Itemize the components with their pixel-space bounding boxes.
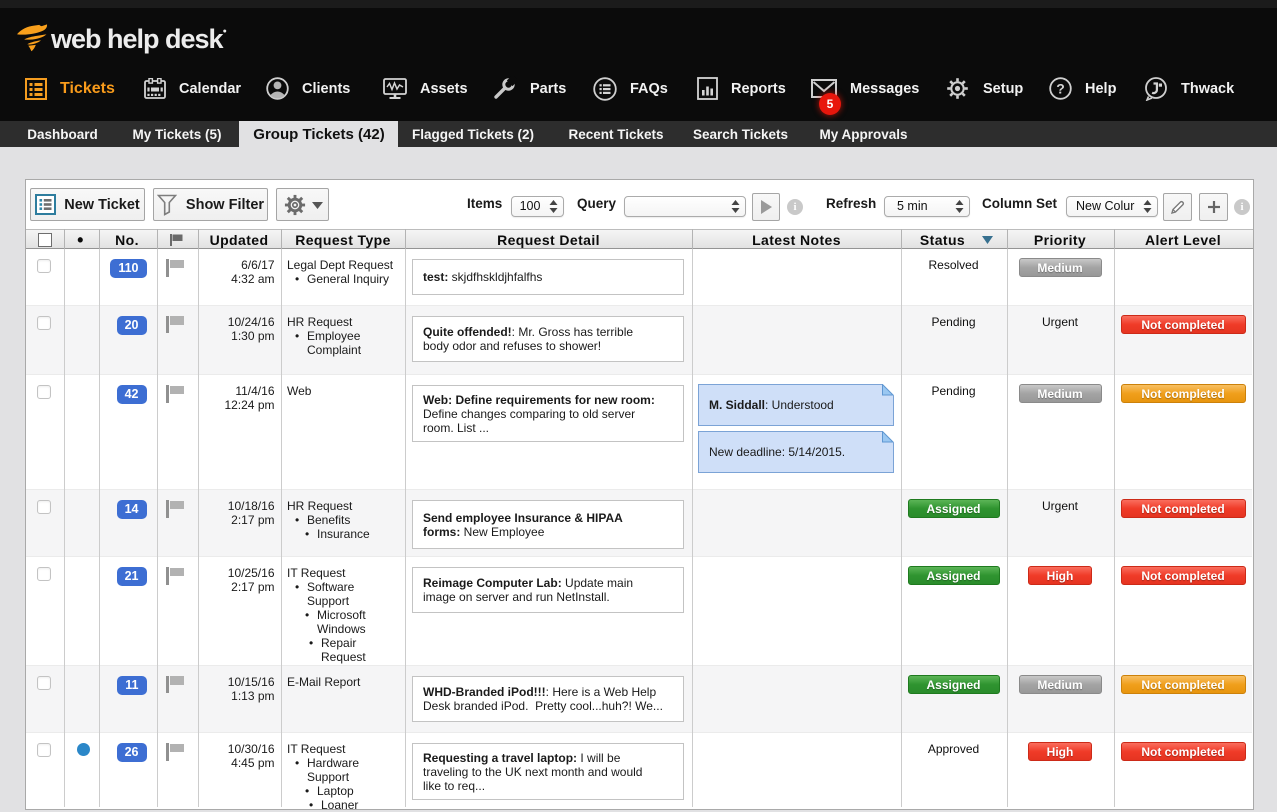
svg-text:?: ? — [1056, 80, 1065, 96]
